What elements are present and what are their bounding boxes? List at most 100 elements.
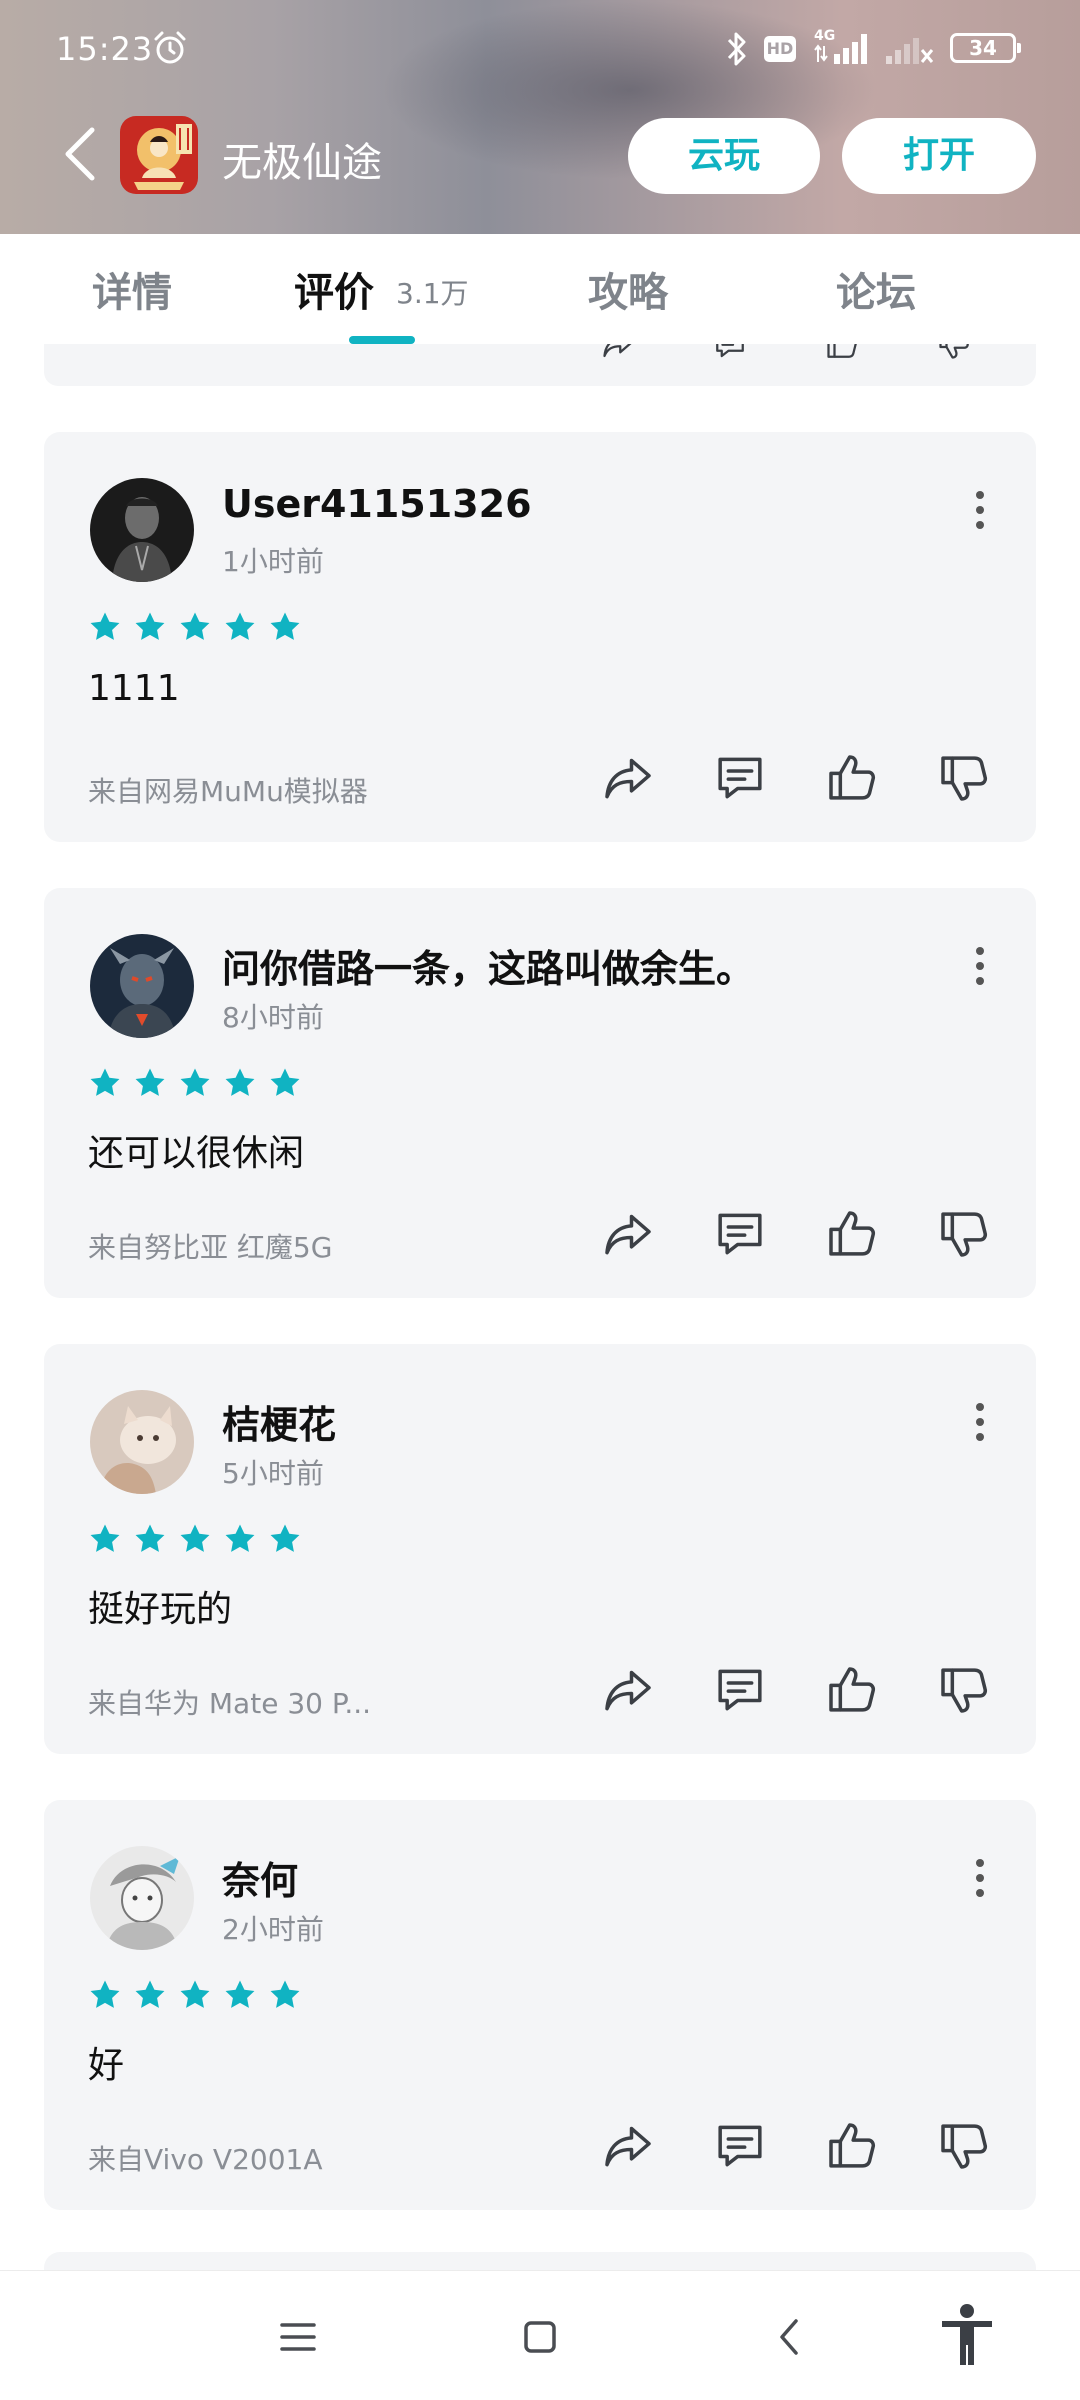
more-options-icon[interactable]	[974, 1858, 986, 1898]
star-icon	[268, 1978, 302, 2012]
review-username[interactable]: 桔梗花	[222, 1394, 336, 1449]
more-options-icon[interactable]	[974, 1402, 986, 1442]
system-navigation-bar	[0, 2270, 1080, 2400]
signal-weak-icon	[886, 38, 934, 64]
avatar[interactable]	[90, 1390, 194, 1494]
star-icon	[268, 610, 302, 644]
star-icon	[223, 1978, 257, 2012]
status-bar: 15:23 HD 4G 34	[0, 0, 1080, 96]
cloud-play-button[interactable]: 云玩	[628, 118, 820, 194]
thumbs-up-icon[interactable]	[824, 2118, 880, 2174]
share-icon[interactable]	[600, 2118, 656, 2174]
back-icon[interactable]	[762, 2309, 818, 2365]
star-icon	[223, 610, 257, 644]
comment-icon[interactable]	[712, 1206, 768, 1262]
thumbs-down-icon[interactable]	[936, 1206, 992, 1262]
review-card: 奈何 2小时前 好 来自Vivo V2001A	[44, 1800, 1036, 2210]
hd-badge: HD	[764, 36, 796, 62]
star-icon	[178, 1978, 212, 2012]
review-card: 问你借路一条，这路叫做余生。 8小时前 还可以很休闲 来自努比亚 红魔5G	[44, 888, 1036, 1298]
back-arrow-icon[interactable]	[56, 124, 104, 184]
tab-bar: 详情 评价 3.1万 攻略 论坛	[0, 234, 1080, 344]
app-header: 15:23 HD 4G 34 无极仙途 云玩 打开	[0, 0, 1080, 234]
star-icon	[133, 1978, 167, 2012]
star-icon	[88, 1522, 122, 1556]
tab-details[interactable]: 详情	[92, 260, 172, 318]
thumbs-up-icon[interactable]	[824, 750, 880, 806]
review-device-source: 来自网易MuMu模拟器	[88, 775, 368, 808]
review-username[interactable]: 问你借路一条，这路叫做余生。	[222, 938, 754, 993]
star-icon	[268, 1066, 302, 1100]
thumbs-up-icon[interactable]	[824, 1662, 880, 1718]
review-content[interactable]: 好	[88, 2036, 124, 2088]
share-icon[interactable]	[600, 750, 656, 806]
review-username[interactable]: User41151326	[222, 482, 532, 526]
review-content[interactable]: 挺好玩的	[88, 1580, 232, 1632]
app-logo	[120, 116, 198, 194]
review-username[interactable]: 奈何	[222, 1850, 298, 1905]
rating-stars	[88, 610, 308, 646]
star-icon	[88, 610, 122, 644]
share-icon[interactable]	[600, 344, 636, 362]
star-icon	[133, 610, 167, 644]
star-icon	[133, 1066, 167, 1100]
open-app-button[interactable]: 打开	[842, 118, 1036, 194]
star-icon	[178, 1066, 212, 1100]
thumbs-down-icon[interactable]	[936, 344, 972, 362]
rating-stars	[88, 1522, 308, 1558]
review-time: 2小时前	[222, 1913, 324, 1946]
tab-reviews-count: 3.1万	[396, 277, 469, 310]
review-content[interactable]: 1111	[88, 668, 180, 709]
comment-icon[interactable]	[712, 2118, 768, 2174]
star-icon	[268, 1522, 302, 1556]
thumbs-up-icon[interactable]	[824, 344, 860, 362]
review-time: 5小时前	[222, 1457, 324, 1490]
more-options-icon[interactable]	[974, 946, 986, 986]
app-title: 无极仙途	[222, 140, 382, 186]
avatar[interactable]	[90, 934, 194, 1038]
menu-icon[interactable]	[270, 2309, 326, 2365]
accessibility-icon[interactable]	[936, 2301, 998, 2367]
comment-icon[interactable]	[712, 344, 748, 362]
battery-indicator: 34	[950, 33, 1021, 63]
thumbs-down-icon[interactable]	[936, 1662, 992, 1718]
tab-reviews[interactable]: 评价	[294, 260, 374, 318]
thumbs-down-icon[interactable]	[936, 750, 992, 806]
avatar[interactable]	[90, 478, 194, 582]
review-device-source: 来自努比亚 红魔5G	[88, 1231, 333, 1264]
thumbs-up-icon[interactable]	[824, 1206, 880, 1262]
star-icon	[178, 610, 212, 644]
home-icon[interactable]	[512, 2309, 568, 2365]
review-time: 8小时前	[222, 1001, 324, 1034]
alarm-icon	[154, 31, 186, 64]
comment-icon[interactable]	[712, 750, 768, 806]
review-time: 1小时前	[222, 545, 324, 578]
tab-active-indicator	[349, 336, 415, 344]
tab-guide[interactable]: 攻略	[588, 260, 668, 318]
tab-forum[interactable]: 论坛	[836, 260, 916, 318]
network-label: 4G	[814, 28, 835, 44]
star-icon	[223, 1066, 257, 1100]
review-device-source: 来自华为 Mate 30 P...	[88, 1687, 372, 1720]
rating-stars	[88, 1066, 308, 1102]
review-device-source: 来自Vivo V2001A	[88, 2143, 323, 2176]
star-icon	[88, 1066, 122, 1100]
review-card: 桔梗花 5小时前 挺好玩的 来自华为 Mate 30 P...	[44, 1344, 1036, 1754]
share-icon[interactable]	[600, 1206, 656, 1262]
more-options-icon[interactable]	[974, 490, 986, 530]
review-content[interactable]: 还可以很休闲	[88, 1124, 304, 1176]
review-card-previous	[44, 344, 1036, 386]
avatar[interactable]	[90, 1846, 194, 1950]
signal-4g-icon: 4G	[814, 28, 867, 64]
star-icon	[178, 1522, 212, 1556]
star-icon	[88, 1978, 122, 2012]
review-card: User41151326 1小时前 1111 来自网易MuMu模拟器	[44, 432, 1036, 842]
rating-stars	[88, 1978, 308, 2014]
star-icon	[223, 1522, 257, 1556]
share-icon[interactable]	[600, 1662, 656, 1718]
comment-icon[interactable]	[712, 1662, 768, 1718]
status-time: 15:23	[56, 30, 154, 68]
star-icon	[133, 1522, 167, 1556]
bluetooth-icon	[727, 32, 746, 66]
thumbs-down-icon[interactable]	[936, 2118, 992, 2174]
